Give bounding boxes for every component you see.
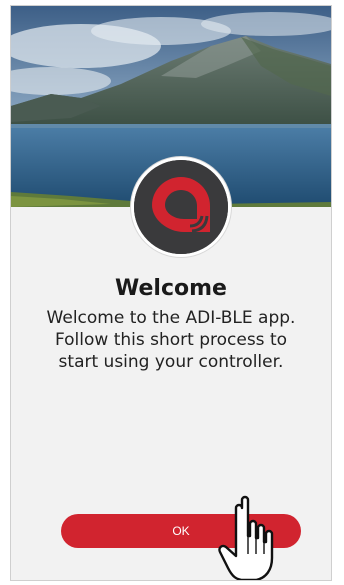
welcome-message-line: start using your controller. (58, 352, 284, 372)
app-screen: Welcome Welcome to the ADI-BLE app. Foll… (10, 5, 332, 581)
ok-button[interactable]: OK (61, 514, 301, 548)
welcome-message-line: Follow this short process to (54, 330, 288, 350)
welcome-title: Welcome (115, 276, 227, 301)
adi-ble-logo-icon (131, 157, 231, 257)
welcome-message-line: Welcome to the ADI-BLE app. (46, 308, 296, 328)
welcome-message: Welcome to the ADI-BLE app. Follow this … (31, 307, 311, 373)
